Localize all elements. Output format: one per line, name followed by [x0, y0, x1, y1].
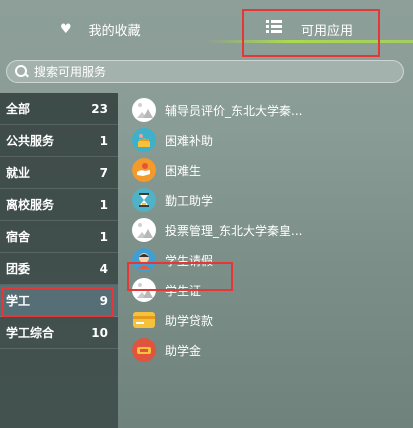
app-item-student-loan[interactable]: 助学贷款 — [132, 305, 302, 335]
sidebar-item-public-services[interactable]: 公共服务 1 — [0, 125, 118, 157]
app-label: 辅导员评价_东北大学秦... — [165, 103, 303, 118]
hourglass-icon — [132, 188, 156, 212]
tab-my-favorites[interactable]: ♥ 我的收藏 — [60, 0, 141, 58]
money-bag-icon — [132, 128, 156, 152]
highlight-box-student-affairs — [2, 287, 114, 317]
category-count: 7 — [99, 165, 108, 180]
image-placeholder-icon — [132, 218, 156, 242]
sidebar-item-employment[interactable]: 就业 7 — [0, 157, 118, 189]
category-count: 1 — [99, 133, 108, 148]
highlight-box-apps-tab — [242, 9, 380, 57]
category-label: 学工综合 — [6, 326, 55, 340]
app-item-grant[interactable]: 助学金 — [132, 335, 302, 365]
app-item-vote-management[interactable]: 投票管理_东北大学秦皇... — [132, 215, 302, 245]
highlight-box-student-id — [127, 262, 233, 291]
app-label: 勤工助学 — [165, 193, 214, 208]
helping-hand-icon — [132, 158, 156, 182]
sidebar-item-student-affairs-general[interactable]: 学工综合 10 — [0, 317, 118, 349]
app-item-hardship-student[interactable]: 困难生 — [132, 155, 302, 185]
sidebar-item-all[interactable]: 全部 23 — [0, 93, 118, 125]
category-label: 宿舍 — [6, 230, 31, 244]
app-label: 困难补助 — [165, 133, 214, 148]
category-label: 公共服务 — [6, 134, 55, 148]
sidebar-item-graduation-services[interactable]: 离校服务 1 — [0, 189, 118, 221]
grant-icon — [132, 338, 156, 362]
app-label: 投票管理_东北大学秦皇... — [165, 223, 303, 238]
search-icon — [15, 65, 28, 78]
category-count: 1 — [99, 197, 108, 212]
heart-icon: ♥ — [60, 21, 72, 37]
sidebar-item-dormitory[interactable]: 宿舍 1 — [0, 221, 118, 253]
app-item-counselor-evaluation[interactable]: 辅导员评价_东北大学秦... — [132, 95, 302, 125]
category-count: 10 — [91, 325, 108, 340]
category-sidebar: 全部 23 公共服务 1 就业 7 离校服务 1 宿舍 1 团委 4 学工 9 … — [0, 93, 118, 428]
category-count: 4 — [99, 261, 108, 276]
image-placeholder-icon — [132, 98, 156, 122]
app-item-work-study[interactable]: 勤工助学 — [132, 185, 302, 215]
search-input[interactable] — [34, 64, 334, 79]
category-label: 离校服务 — [6, 198, 55, 212]
app-item-hardship-subsidy[interactable]: 困难补助 — [132, 125, 302, 155]
app-label: 困难生 — [165, 163, 202, 178]
category-label: 就业 — [6, 166, 31, 180]
app-label: 助学贷款 — [165, 313, 214, 328]
tab-my-favorites-label: 我的收藏 — [88, 23, 141, 39]
category-count: 1 — [99, 229, 108, 244]
search-bar[interactable] — [6, 60, 404, 83]
card-icon — [132, 308, 156, 332]
category-count: 23 — [91, 101, 108, 116]
category-label: 团委 — [6, 262, 31, 276]
app-list: 辅导员评价_东北大学秦... 困难补助 困难生 勤工助学 投票管理_东北大学秦皇… — [132, 95, 302, 365]
category-label: 全部 — [6, 102, 31, 116]
sidebar-item-youth-league[interactable]: 团委 4 — [0, 253, 118, 285]
app-label: 助学金 — [165, 343, 202, 358]
